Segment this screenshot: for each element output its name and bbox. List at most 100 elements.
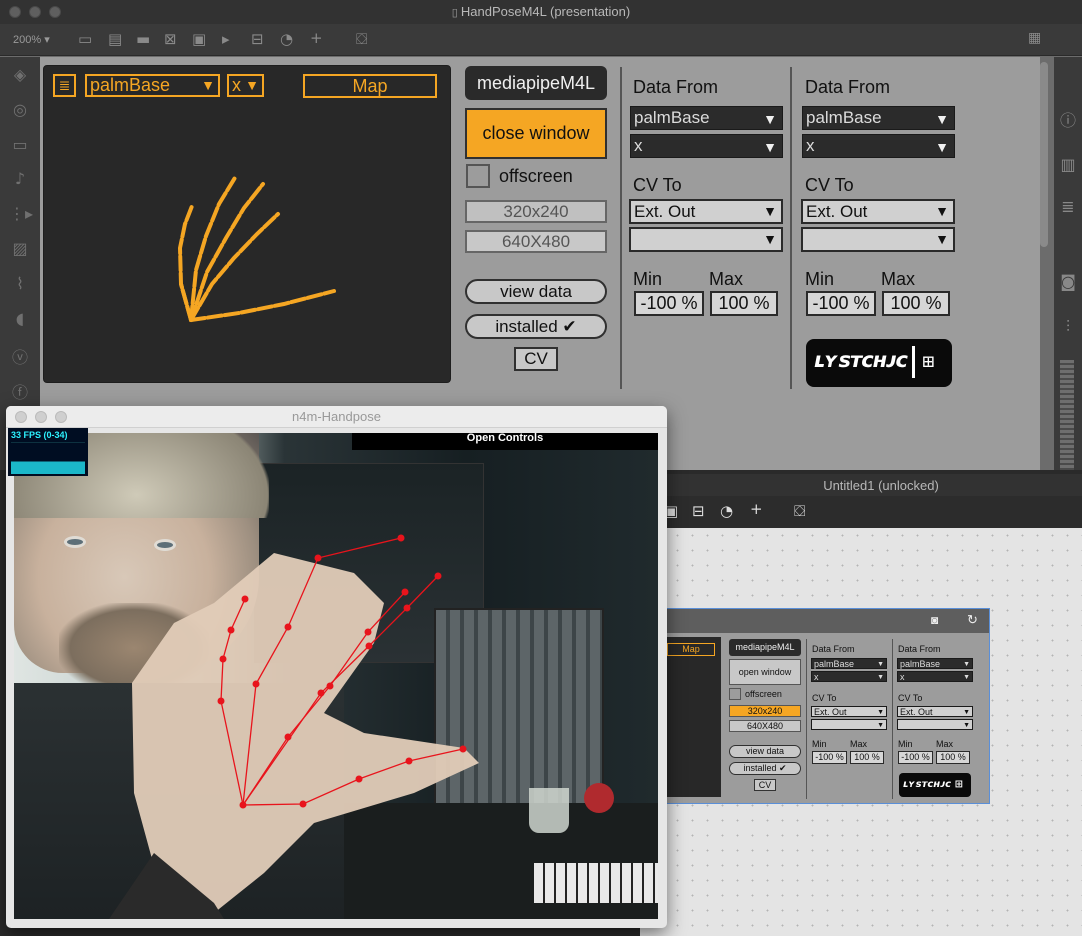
split-icon[interactable]: ⊟	[692, 504, 705, 519]
sliders-icon[interactable]: ⫶	[1057, 317, 1079, 337]
list-icon[interactable]: ≣	[1057, 197, 1079, 216]
plug-icon[interactable]: ◖	[9, 309, 31, 328]
chevron-down-icon: ▼	[935, 203, 949, 219]
document-icon: ▯	[451, 7, 461, 19]
embedded-dest-2-select[interactable]: ▼	[897, 719, 973, 730]
plus-icon[interactable]: +	[310, 31, 323, 46]
chevron-down-icon: ▼	[877, 661, 884, 668]
chevron-down-icon: ▼	[935, 111, 949, 127]
embedded-view-data[interactable]: view data	[729, 745, 801, 758]
res-640-button[interactable]: 640X480	[465, 230, 607, 253]
play-list-icon[interactable]: ⋮▸	[9, 204, 33, 223]
embedded-res-320[interactable]: 320x240	[729, 705, 801, 717]
embedded-device[interactable]: ◙ ↻ Map mediapipeM4L open window offscre…	[660, 608, 990, 804]
offscreen-checkbox[interactable]	[466, 164, 490, 188]
embedded-dest-select[interactable]: Ext. Out ▼	[897, 706, 973, 717]
f-icon[interactable]: ⓕ	[9, 379, 31, 403]
embedded-offscreen-checkbox[interactable]	[729, 688, 741, 700]
embedded-min-label: Min	[898, 739, 913, 749]
chevron-down-icon: ▼	[877, 722, 884, 729]
paperclip-icon[interactable]: ⌇	[9, 274, 31, 293]
close-window-button[interactable]: close window	[465, 108, 607, 159]
plus-icon[interactable]: +	[750, 502, 763, 517]
gauge-icon[interactable]: ◔	[720, 504, 733, 519]
cv-dest-2-select[interactable]: ▼	[801, 227, 955, 252]
embedded-max-number[interactable]: 100 %	[936, 751, 970, 764]
embedded-open-window-button[interactable]: open window	[729, 659, 801, 685]
embedded-map-button[interactable]: Map	[667, 643, 715, 656]
embedded-dest-select[interactable]: Ext. Out ▼	[811, 706, 887, 717]
film-icon[interactable]: ▭	[9, 135, 31, 154]
offscreen-label: offscreen	[499, 166, 573, 186]
text-icon[interactable]: ▤	[108, 32, 122, 47]
min-number[interactable]: -100 %	[634, 291, 704, 316]
cv-button[interactable]: CV	[514, 347, 558, 371]
camera-window: n4m-Handpose Open Controls 33 FPS (0-34)	[6, 406, 667, 928]
window-title: ▯ HandPoseM4L (presentation)	[451, 4, 631, 19]
gauge-icon[interactable]: ◔	[280, 32, 293, 47]
chevron-down-icon: ▼	[935, 139, 949, 155]
hand-landmarks	[217, 534, 467, 809]
cv-to-label: CV To	[805, 175, 854, 195]
cv-dest-2-select[interactable]: ▼	[629, 227, 783, 252]
columns-icon[interactable]: ▥	[1057, 155, 1079, 174]
scrollbar-thumb[interactable]	[1040, 62, 1048, 247]
installed-button[interactable]: installed ✔	[465, 314, 607, 339]
data-point-select[interactable]: palmBase ▼	[630, 106, 783, 130]
chevron-down-icon: ▼	[763, 231, 777, 247]
embedded-hand-panel	[661, 637, 721, 797]
open-controls-button[interactable]: Open Controls	[352, 433, 658, 450]
cv-dest-select[interactable]: Ext. Out ▼	[801, 199, 955, 224]
embedded-min-number[interactable]: -100 %	[898, 751, 933, 764]
camera-icon[interactable]: ◙	[931, 613, 938, 627]
toolbar: 200% ▾ ▭ ▤ ▬ ⊠ ▣ ▸ ⊟ ◔ + ⛋ ▦	[0, 24, 1082, 56]
split-icon[interactable]: ⊟	[251, 32, 264, 47]
min-number[interactable]: -100 %	[806, 291, 876, 316]
min-label: Min	[633, 269, 663, 289]
close-box-icon[interactable]: ⊠	[164, 32, 177, 47]
zoom-level[interactable]: 200% ▾	[13, 33, 50, 46]
embedded-axis-select[interactable]: x ▼	[811, 671, 887, 682]
camera-icon[interactable]: ◙	[1057, 272, 1079, 291]
target-icon[interactable]: ◎	[9, 100, 31, 119]
cv-dest-select[interactable]: Ext. Out ▼	[629, 199, 783, 224]
paint-bucket-icon[interactable]: ⛋	[356, 32, 367, 47]
embedded-cv-to: CV To	[812, 693, 837, 703]
embedded-cv[interactable]: CV	[754, 779, 776, 791]
embedded-max-number[interactable]: 100 %	[850, 751, 884, 764]
data-axis-select[interactable]: x ▼	[630, 134, 783, 158]
play-icon[interactable]: ▸	[222, 32, 230, 47]
v-icon[interactable]: ⓥ	[9, 344, 31, 368]
paint-bucket-icon[interactable]: ⛋	[794, 504, 805, 519]
object-icon[interactable]: ▣	[192, 32, 206, 47]
chevron-down-icon: ▼	[763, 139, 777, 155]
view-data-button[interactable]: view data	[465, 279, 607, 304]
embedded-point-select[interactable]: palmBase ▼	[897, 658, 973, 669]
max-number[interactable]: 100 %	[882, 291, 950, 316]
presentation-icon[interactable]: ▭	[78, 32, 92, 47]
max-number[interactable]: 100 %	[710, 291, 778, 316]
embedded-min-number[interactable]: -100 %	[812, 751, 847, 764]
embedded-data-from: Data From	[812, 644, 855, 654]
data-from-label: Data From	[805, 77, 891, 97]
grid-icon[interactable]: ▦	[1028, 31, 1041, 45]
palm-bone	[179, 282, 193, 322]
res-320-button[interactable]: 320x240	[465, 200, 607, 223]
chevron-down-icon: ▼	[963, 722, 970, 729]
embedded-installed[interactable]: installed ✔	[729, 762, 801, 775]
embedded-dest-2-select[interactable]: ▼	[811, 719, 887, 730]
comment-icon[interactable]: ▬	[136, 32, 150, 47]
embedded-res-640[interactable]: 640X480	[729, 720, 801, 732]
image-icon[interactable]: ▨	[9, 239, 31, 258]
info-icon[interactable]: ⓘ	[1057, 107, 1079, 131]
chevron-down-icon: ▼	[963, 709, 970, 716]
cube-icon[interactable]: ◈	[9, 65, 31, 84]
note-icon[interactable]: ♪	[9, 169, 31, 188]
embedded-point-select[interactable]: palmBase ▼	[811, 658, 887, 669]
embedded-axis-select[interactable]: x ▼	[897, 671, 973, 682]
data-axis-select[interactable]: x ▼	[802, 134, 955, 158]
chevron-down-icon: ▼	[935, 231, 949, 247]
fps-label: 33 FPS (0-34)	[11, 430, 68, 440]
refresh-icon[interactable]: ↻	[967, 612, 978, 628]
data-point-select[interactable]: palmBase ▼	[802, 106, 955, 130]
